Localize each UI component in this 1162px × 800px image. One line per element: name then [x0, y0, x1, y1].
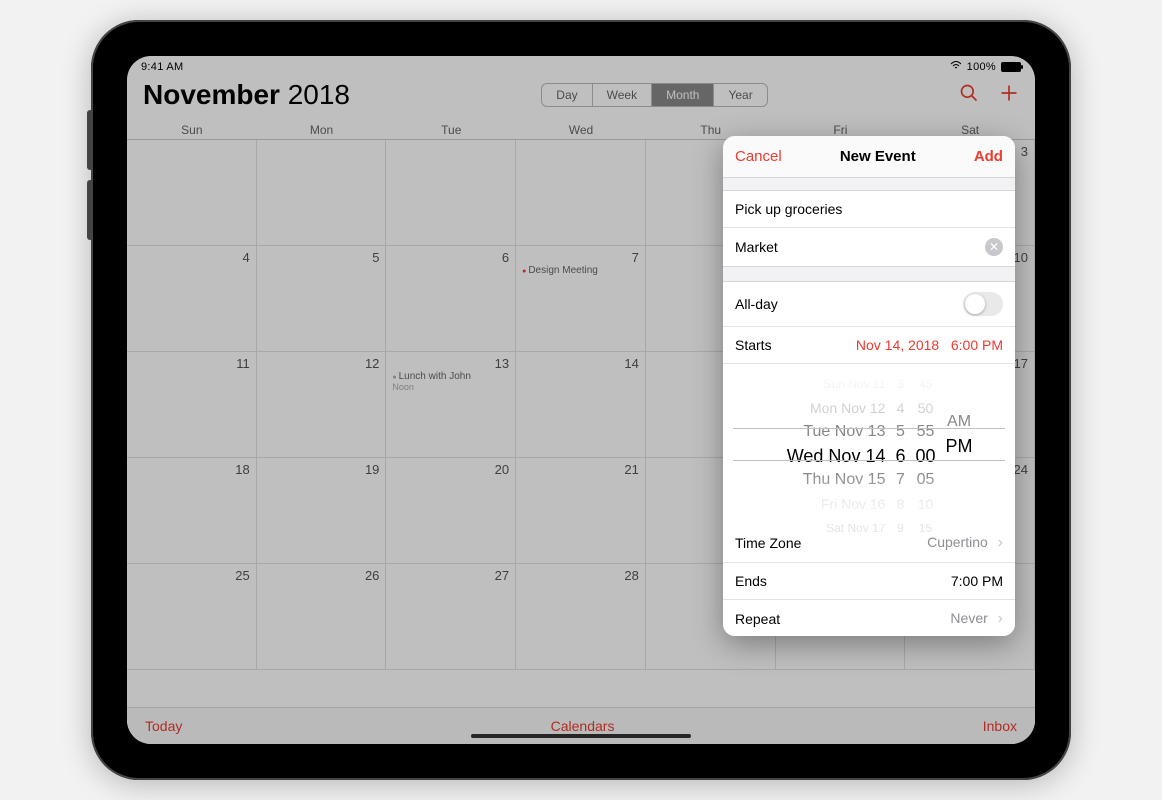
device-button — [87, 180, 93, 240]
status-time: 9:41 AM — [141, 61, 183, 73]
ends-row[interactable]: Ends 7:00 PM — [723, 563, 1015, 600]
device-button — [87, 110, 93, 170]
repeat-label: Repeat — [735, 611, 780, 627]
calendar-event[interactable]: Design Meeting — [522, 265, 639, 276]
ipad-device: 9:41 AM 100% November 2018 Day Week Mont… — [91, 20, 1071, 780]
view-segmented-control[interactable]: Day Week Month Year — [541, 83, 767, 107]
calendar-cell[interactable]: 26 — [257, 564, 387, 670]
calendar-cell[interactable]: 21 — [516, 458, 646, 564]
popover-title: New Event — [840, 148, 916, 165]
calendar-cell[interactable]: 27 — [386, 564, 516, 670]
calendar-cell[interactable]: 14 — [516, 352, 646, 458]
calendar-cell[interactable]: 20 — [386, 458, 516, 564]
event-title-value: Pick up groceries — [735, 201, 842, 217]
starts-label: Starts — [735, 337, 772, 353]
datetime-wheel-picker[interactable]: Sun Nov 11Mon Nov 12Tue Nov 13Wed Nov 14… — [723, 364, 1015, 524]
event-title-field[interactable]: Pick up groceries — [723, 191, 1015, 228]
calendars-button[interactable]: Calendars — [551, 718, 615, 734]
view-month[interactable]: Month — [652, 84, 714, 106]
allday-label: All-day — [735, 296, 778, 312]
status-bar: 9:41 AM 100% — [127, 56, 1035, 73]
starts-row[interactable]: Starts Nov 14, 2018 6:00 PM — [723, 327, 1015, 364]
view-year[interactable]: Year — [714, 84, 766, 106]
view-day[interactable]: Day — [542, 84, 592, 106]
chevron-right-icon: › — [998, 534, 1003, 551]
calendar-cell[interactable]: 25 — [127, 564, 257, 670]
timezone-value: Cupertino — [927, 534, 988, 550]
home-indicator[interactable] — [471, 734, 691, 738]
calendar-cell[interactable]: 18 — [127, 458, 257, 564]
calendar-cell[interactable]: 12 — [257, 352, 387, 458]
wheel-minute-col[interactable]: 45505500051015 — [915, 372, 935, 516]
calendar-cell[interactable]: 4 — [127, 246, 257, 352]
wheel-date-col[interactable]: Sun Nov 11Mon Nov 12Tue Nov 13Wed Nov 14… — [765, 372, 885, 516]
add-event-icon[interactable] — [999, 83, 1019, 108]
cancel-button[interactable]: Cancel — [735, 148, 782, 165]
starts-time-value: 6:00 PM — [951, 337, 1003, 353]
popover-header: Cancel New Event Add — [723, 136, 1015, 178]
calendar-cell[interactable] — [386, 140, 516, 246]
calendar-event[interactable]: Lunch with John — [392, 371, 509, 382]
calendar-header: November 2018 Day Week Month Year — [127, 73, 1035, 121]
battery-icon — [1001, 62, 1021, 72]
wheel-hour-col[interactable]: 3456789 — [895, 372, 905, 516]
calendar-cell[interactable]: 5 — [257, 246, 387, 352]
timezone-label: Time Zone — [735, 535, 801, 551]
calendar-cell[interactable]: 13Lunch with JohnNoon — [386, 352, 516, 458]
search-icon[interactable] — [959, 83, 979, 108]
screen: 9:41 AM 100% November 2018 Day Week Mont… — [127, 56, 1035, 744]
add-button[interactable]: Add — [974, 148, 1003, 165]
wheel-ampm-col[interactable]: AMPM — [946, 372, 973, 516]
repeat-value: Never — [950, 610, 987, 626]
today-button[interactable]: Today — [145, 718, 182, 734]
page-title: November 2018 — [143, 79, 350, 111]
starts-date-value: Nov 14, 2018 — [856, 337, 939, 353]
calendar-cell[interactable]: 11 — [127, 352, 257, 458]
popover-body[interactable]: Pick up groceries Market ✕ All-day Start… — [723, 178, 1015, 636]
ends-value: 7:00 PM — [951, 573, 1003, 589]
calendar-cell[interactable]: 7Design Meeting — [516, 246, 646, 352]
new-event-popover: Cancel New Event Add Pick up groceries M… — [723, 136, 1015, 636]
battery-percent: 100% — [967, 61, 996, 73]
allday-toggle[interactable] — [963, 292, 1003, 316]
allday-row: All-day — [723, 282, 1015, 327]
clear-location-icon[interactable]: ✕ — [985, 238, 1003, 256]
calendar-cell[interactable] — [516, 140, 646, 246]
calendar-cell[interactable]: 28 — [516, 564, 646, 670]
calendar-footer: Today Calendars Inbox — [127, 707, 1035, 744]
calendar-cell[interactable] — [257, 140, 387, 246]
ends-label: Ends — [735, 573, 767, 589]
view-week[interactable]: Week — [593, 84, 652, 106]
repeat-row[interactable]: Repeat Never › — [723, 600, 1015, 636]
chevron-right-icon: › — [998, 610, 1003, 627]
calendar-cell[interactable]: 6 — [386, 246, 516, 352]
wifi-icon — [950, 60, 962, 73]
inbox-button[interactable]: Inbox — [983, 718, 1017, 734]
event-location-value: Market — [735, 239, 778, 255]
calendar-cell[interactable]: 19 — [257, 458, 387, 564]
calendar-cell[interactable] — [127, 140, 257, 246]
event-location-field[interactable]: Market ✕ — [723, 228, 1015, 266]
